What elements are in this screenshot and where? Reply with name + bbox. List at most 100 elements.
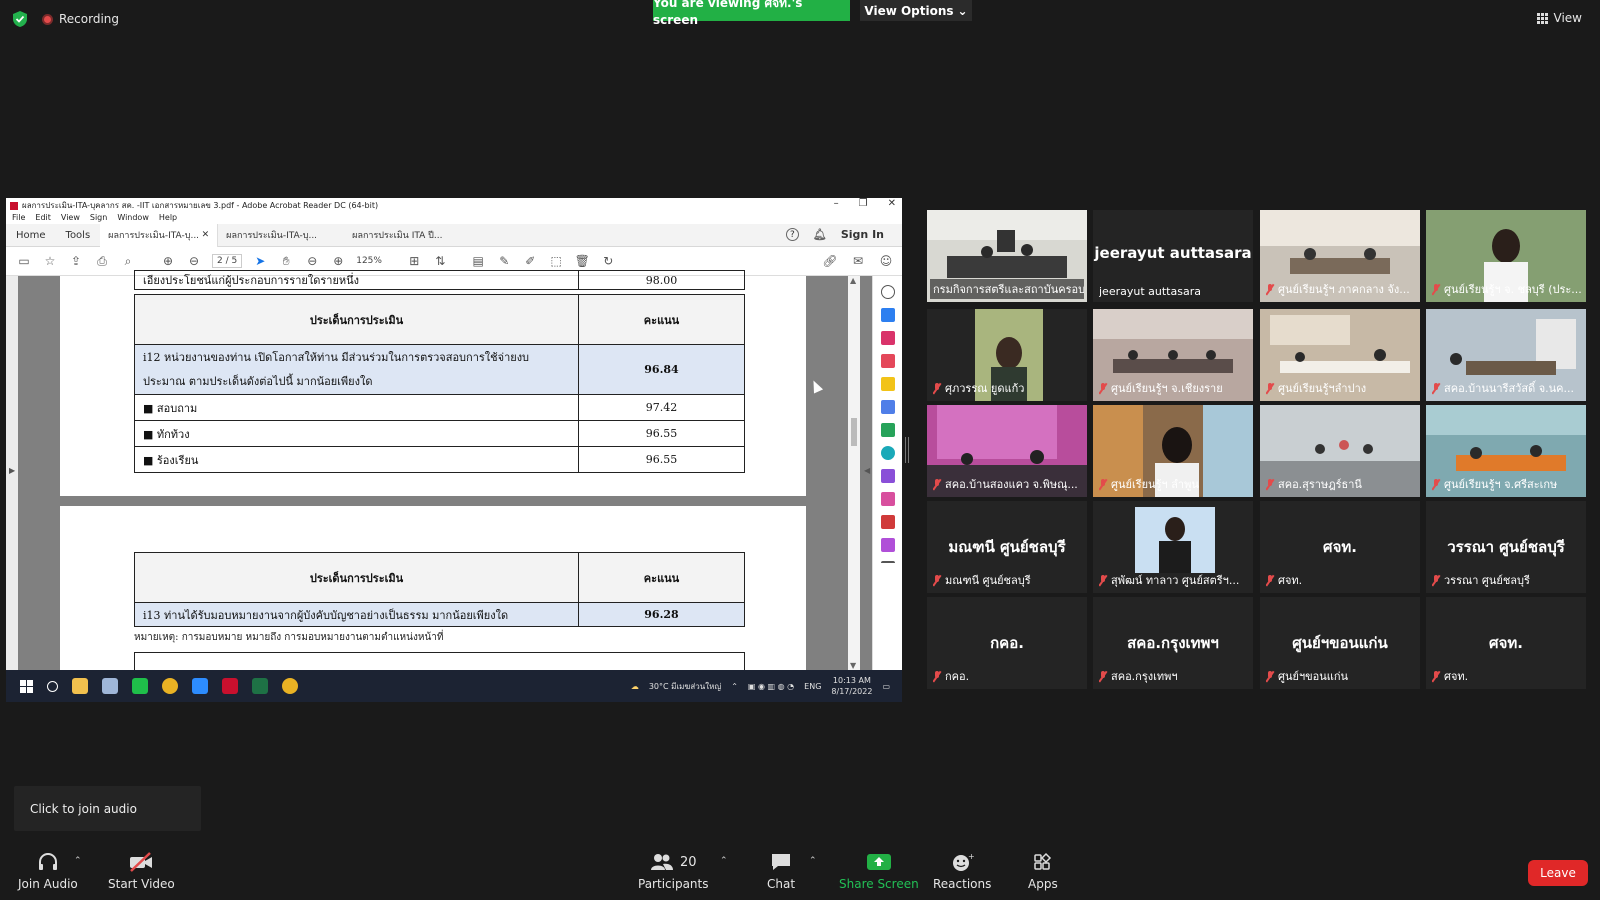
participant-tile[interactable]: สคอ.บ้านสองแคว จ.พิษณุ... xyxy=(927,405,1087,497)
edit-pdf-icon[interactable] xyxy=(880,423,895,437)
export-pdf-icon[interactable] xyxy=(880,308,895,322)
mail-icon[interactable]: ✉ xyxy=(850,253,866,269)
participant-tile[interactable]: สคอ.บ้านนารีสวัสดิ์ จ.นค... xyxy=(1426,309,1586,401)
protect-icon[interactable] xyxy=(880,492,895,506)
tab-document-2[interactable]: ผลการประเมิน-ITA-บุ... xyxy=(218,224,336,247)
stamp-icon[interactable]: ⬚ xyxy=(548,253,564,269)
scroll-down-icon[interactable]: ▼ xyxy=(850,661,856,670)
share-screen-button[interactable]: Share Screen xyxy=(839,852,919,891)
participants-caret-icon[interactable]: ⌃ xyxy=(720,856,728,866)
audio-options-caret-icon[interactable]: ⌃ xyxy=(74,856,82,866)
chrome-2-icon[interactable] xyxy=(282,678,298,694)
comment-tool-icon[interactable] xyxy=(880,377,895,391)
menu-view[interactable]: View xyxy=(61,213,80,224)
clock[interactable]: 10:13 AM 8/17/2022 xyxy=(831,675,872,697)
scroll-thumb[interactable] xyxy=(851,418,857,446)
zoom-app-icon[interactable] xyxy=(192,678,208,694)
select-cursor-icon[interactable]: ➤ xyxy=(252,253,268,269)
participant-tile[interactable]: ศูนย์เรียนรู้ฯ จ.เชียงราย xyxy=(1093,309,1253,401)
chat-button[interactable]: Chat xyxy=(767,852,795,891)
share-user-icon[interactable]: ☺ xyxy=(878,253,894,269)
tab-tools[interactable]: Tools xyxy=(56,230,101,241)
apps-button[interactable]: Apps xyxy=(1028,852,1058,891)
shield-icon[interactable] xyxy=(12,10,28,28)
hand-icon[interactable]: ✋︎ xyxy=(278,253,294,269)
save-icon[interactable]: ▭ xyxy=(16,253,32,269)
draw-icon[interactable]: ✐ xyxy=(522,253,538,269)
participant-tile[interactable]: วรรณา ศูนย์ชลบุรี วรรณา ศูนย์ชลบุรี xyxy=(1426,501,1586,593)
participant-tile[interactable]: ศจท. ศจท. xyxy=(1426,597,1586,689)
bell-icon[interactable]: 🔔︎ xyxy=(813,228,827,241)
print-icon[interactable]: ⎙ xyxy=(94,253,110,269)
menu-sign[interactable]: Sign xyxy=(90,213,107,224)
collapse-right-icon[interactable]: ◀ xyxy=(864,466,870,475)
minimize-icon[interactable]: – xyxy=(834,198,839,209)
menu-window[interactable]: Window xyxy=(117,213,149,224)
zoom-search-icon[interactable]: ⌕ xyxy=(120,253,136,269)
upload-icon[interactable]: ⇪ xyxy=(68,253,84,269)
scan-ocr-icon[interactable] xyxy=(880,446,895,460)
join-audio-button[interactable]: Join Audio xyxy=(18,852,78,891)
participant-tile[interactable]: ศูนย์เรียนรู้ฯ จ.ศรีสะเกษ xyxy=(1426,405,1586,497)
chrome-icon[interactable] xyxy=(162,678,178,694)
tray-chevron-icon[interactable]: ⌃ xyxy=(731,682,738,691)
file-explorer-icon[interactable] xyxy=(72,678,88,694)
zoom-in-icon[interactable]: ⊕ xyxy=(330,253,346,269)
split-resize-handle[interactable] xyxy=(905,437,909,463)
document-viewport[interactable]: ▶ เอียงประโยชน์แก่ผู้ประกอบการรายใดรายหน… xyxy=(6,270,902,672)
tray-icons[interactable]: ▣ ◉ ▥ ◍ ◔ xyxy=(748,682,794,691)
create-pdf-icon[interactable] xyxy=(880,354,895,368)
fit-page-icon[interactable]: ⊞ xyxy=(406,253,422,269)
close-icon[interactable]: ✕ xyxy=(888,198,896,209)
participant-tile[interactable]: ศูนย์เรียนรู้ฯลำปาง xyxy=(1260,309,1420,401)
participant-tile[interactable]: กคอ. กคอ. xyxy=(927,597,1087,689)
menu-edit[interactable]: Edit xyxy=(35,213,51,224)
vertical-scrollbar[interactable]: ▲ ▼ xyxy=(848,276,860,670)
organize-pages-icon[interactable] xyxy=(880,331,895,345)
delete-icon[interactable]: 🗑︎ xyxy=(574,253,590,269)
fill-sign-icon[interactable] xyxy=(880,469,895,483)
recording-indicator[interactable]: Recording xyxy=(42,12,119,26)
tab-document-1[interactable]: ผลการประเมิน-ITA-บุ... ✕ xyxy=(100,223,219,247)
view-button[interactable]: View xyxy=(1536,11,1582,25)
line-app-icon[interactable] xyxy=(132,678,148,694)
join-audio-tooltip[interactable]: Click to join audio xyxy=(14,786,201,831)
participant-tile[interactable]: ศูนย์เรียนรู้ฯ ภาคกลาง จัง... xyxy=(1260,210,1420,302)
zoom-level[interactable]: 125% xyxy=(356,256,396,266)
menu-help[interactable]: Help xyxy=(159,213,177,224)
view-options-button[interactable]: View Options ⌄ xyxy=(860,0,972,21)
participant-tile[interactable]: มณฑนี ศูนย์ชลบุรี มณฑนี ศูนย์ชลบุรี xyxy=(927,501,1087,593)
tab-document-3[interactable]: ผลการประเมิน ITA ปี... xyxy=(344,224,466,247)
participant-tile[interactable]: ศุภวรรณ ยูดแก้ว xyxy=(927,309,1087,401)
page-indicator[interactable]: 2 / 5 xyxy=(212,254,243,268)
rotate-icon[interactable]: ↻ xyxy=(600,253,616,269)
left-panel-strip[interactable]: ▶ xyxy=(6,276,18,670)
excel-icon[interactable] xyxy=(252,678,268,694)
more-tools-icon[interactable] xyxy=(880,538,895,552)
chat-caret-icon[interactable]: ⌃ xyxy=(809,856,817,866)
rail-pin-icon[interactable] xyxy=(880,561,895,575)
leave-button[interactable]: Leave xyxy=(1528,860,1588,886)
link-icon[interactable]: 🔗︎ xyxy=(822,253,838,269)
star-icon[interactable]: ☆ xyxy=(42,253,58,269)
participant-tile[interactable]: สุพัฒน์ ทาลาว ศูนย์สตรีฯ... xyxy=(1093,501,1253,593)
page-up-icon[interactable]: ⊕ xyxy=(160,253,176,269)
participants-button[interactable]: 20 Participants xyxy=(638,852,709,891)
expand-left-icon[interactable]: ▶ xyxy=(9,466,15,475)
zoom-out-icon[interactable]: ⊖ xyxy=(304,253,320,269)
notification-icon[interactable]: ▭ xyxy=(882,682,890,691)
combine-files-icon[interactable] xyxy=(880,400,895,414)
tab-home[interactable]: Home xyxy=(6,230,56,241)
participant-tile[interactable]: กรมกิจการสตรีและสถาบันครอบครัว xyxy=(927,210,1087,302)
compress-icon[interactable] xyxy=(880,515,895,529)
windows-start-icon[interactable] xyxy=(20,679,33,693)
paint-icon[interactable] xyxy=(102,678,118,694)
scroll-up-icon[interactable]: ▲ xyxy=(850,276,856,285)
search-icon[interactable] xyxy=(47,680,58,692)
acrobat-taskbar-icon[interactable] xyxy=(222,678,238,694)
participant-tile[interactable]: ศจท. ศจท. xyxy=(1260,501,1420,593)
participant-tile[interactable]: ศูนย์ฯขอนแก่น ศูนย์ฯขอนแก่น xyxy=(1260,597,1420,689)
language-indicator[interactable]: ENG xyxy=(804,682,821,691)
start-video-button[interactable]: Start Video xyxy=(108,852,175,891)
help-icon[interactable]: ? xyxy=(785,228,799,241)
